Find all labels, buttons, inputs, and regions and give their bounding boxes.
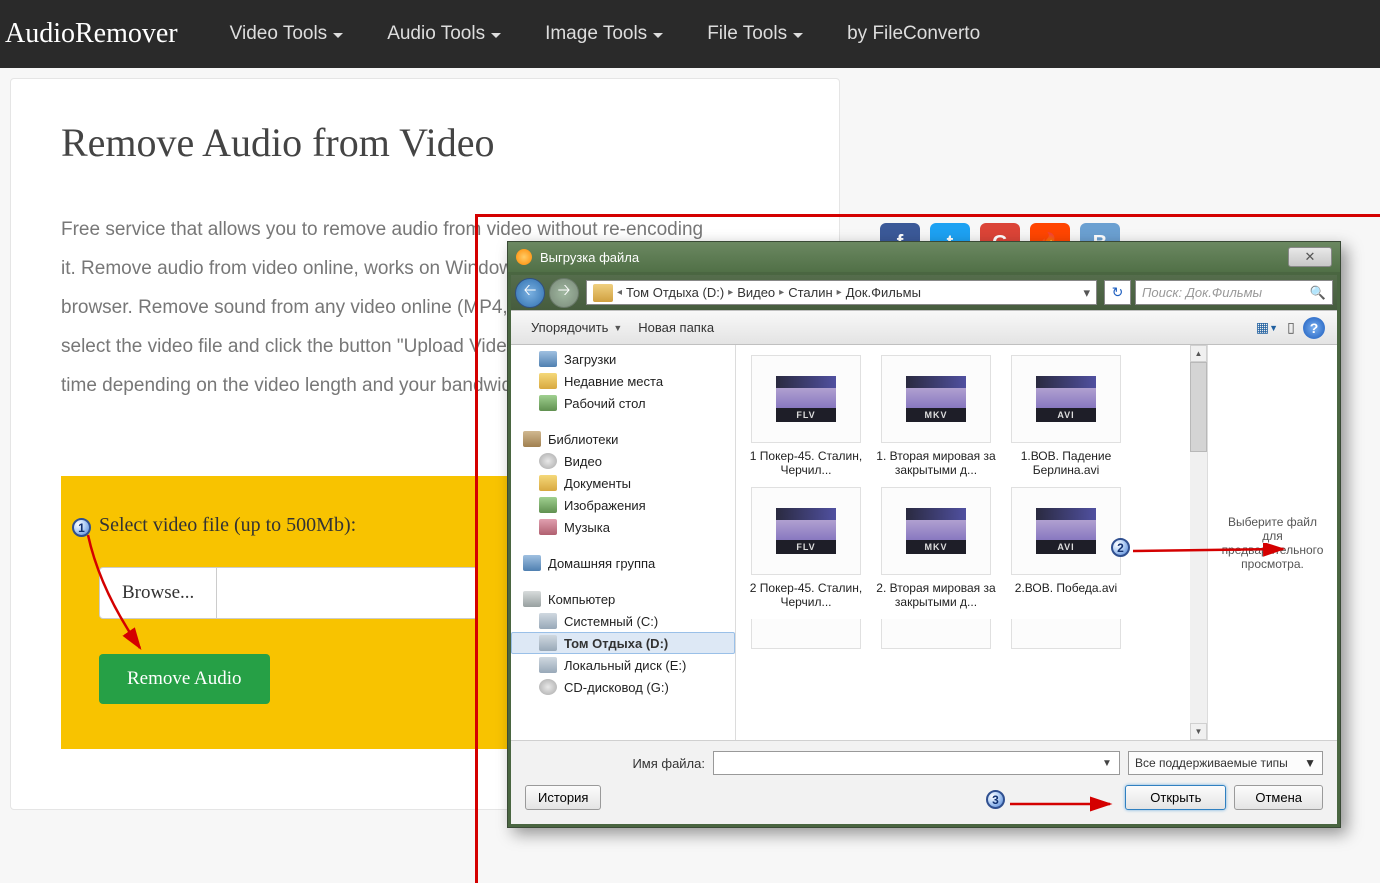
- nav-by-fileconverto[interactable]: by FileConverto: [825, 23, 1002, 45]
- tree-drive-d[interactable]: Том Отдыха (D:): [511, 632, 735, 654]
- tree-drive-cd[interactable]: CD-дисковод (G:): [511, 676, 735, 698]
- organize-menu[interactable]: Упорядочить ▼: [523, 317, 630, 338]
- tree-computer[interactable]: Компьютер: [511, 588, 735, 610]
- caret-down-icon: [653, 33, 663, 38]
- view-mode-button[interactable]: ▦ ▼: [1255, 317, 1279, 339]
- back-button[interactable]: 🡠: [515, 278, 545, 308]
- nav-audio-tools[interactable]: Audio Tools: [365, 23, 523, 45]
- dialog-titlebar[interactable]: Выгрузка файла ✕: [508, 242, 1340, 272]
- preview-pane: Выберите файл для предварительного просм…: [1207, 345, 1337, 740]
- select-file-label: Select video file (up to 500Mb):: [99, 514, 478, 537]
- tree-documents[interactable]: Документы: [511, 472, 735, 494]
- file-item[interactable]: [871, 619, 1001, 655]
- new-folder-button[interactable]: Новая папка: [630, 317, 722, 338]
- file-item[interactable]: [1001, 619, 1131, 655]
- nav-file-tools[interactable]: File Tools: [685, 23, 825, 45]
- file-item[interactable]: MKV2. Вторая мировая за закрытыми д...: [871, 487, 1001, 609]
- annotation-marker-2: 2: [1111, 538, 1130, 557]
- annotation-marker-3: 3: [986, 790, 1005, 809]
- address-bar[interactable]: ◂ Том Отдыха (D:)▸ Видео▸ Сталин▸ Док.Фи…: [586, 280, 1097, 305]
- scrollbar[interactable]: ▲▼: [1190, 345, 1207, 740]
- tree-recent[interactable]: Недавние места: [511, 370, 735, 392]
- file-list[interactable]: FLV1 Покер-45. Сталин, Черчил... MKV1. В…: [736, 345, 1207, 740]
- dialog-footer: Имя файла: ▼ Все поддерживаемые типы▼ Ис…: [511, 740, 1337, 824]
- search-input[interactable]: Поиск: Док.Фильмы 🔍: [1135, 280, 1333, 305]
- file-item[interactable]: AVI1.ВОВ. Падение Берлина.avi: [1001, 355, 1131, 477]
- annotation-marker-1: 1: [72, 518, 91, 537]
- folder-tree[interactable]: Загрузки Недавние места Рабочий стол Биб…: [511, 345, 736, 740]
- dialog-nav: 🡠 🡢 ◂ Том Отдыха (D:)▸ Видео▸ Сталин▸ До…: [511, 275, 1337, 310]
- file-item[interactable]: FLV1 Покер-45. Сталин, Черчил...: [741, 355, 871, 477]
- tree-video[interactable]: Видео: [511, 450, 735, 472]
- filename-input[interactable]: ▼: [713, 751, 1120, 775]
- tree-downloads[interactable]: Загрузки: [511, 348, 735, 370]
- tree-drive-e[interactable]: Локальный диск (E:): [511, 654, 735, 676]
- tree-music[interactable]: Музыка: [511, 516, 735, 538]
- page-title: Remove Audio from Video: [61, 119, 789, 166]
- address-dropdown-icon[interactable]: ▾: [1079, 285, 1094, 301]
- file-name-field[interactable]: [217, 567, 478, 619]
- nav-video-tools[interactable]: Video Tools: [208, 23, 366, 45]
- filename-label: Имя файла:: [525, 756, 705, 771]
- brand[interactable]: AudioRemover: [0, 18, 208, 50]
- tree-drive-c[interactable]: Системный (C:): [511, 610, 735, 632]
- search-icon[interactable]: 🔍: [1310, 285, 1326, 301]
- cancel-button[interactable]: Отмена: [1234, 785, 1323, 810]
- file-open-dialog: Выгрузка файла ✕ 🡠 🡢 ◂ Том Отдыха (D:)▸ …: [507, 241, 1341, 828]
- preview-pane-button[interactable]: ▯: [1279, 317, 1303, 339]
- close-button[interactable]: ✕: [1288, 247, 1332, 267]
- help-button[interactable]: ?: [1303, 317, 1325, 339]
- caret-down-icon: [333, 33, 343, 38]
- caret-down-icon: [793, 33, 803, 38]
- top-navbar: AudioRemover Video Tools Audio Tools Ima…: [0, 0, 1380, 68]
- file-item[interactable]: FLV2 Покер-45. Сталин, Черчил...: [741, 487, 871, 609]
- history-button[interactable]: История: [525, 785, 601, 810]
- remove-audio-button[interactable]: Remove Audio: [99, 654, 270, 704]
- forward-button[interactable]: 🡢: [549, 278, 579, 308]
- refresh-button[interactable]: ↻: [1104, 280, 1131, 305]
- file-item[interactable]: [741, 619, 871, 655]
- file-item[interactable]: MKV1. Вторая мировая за закрытыми д...: [871, 355, 1001, 477]
- firefox-icon: [516, 249, 532, 265]
- browse-button[interactable]: Browse...: [99, 567, 217, 619]
- open-button[interactable]: Открыть: [1125, 785, 1226, 810]
- tree-homegroup[interactable]: Домашняя группа: [511, 552, 735, 574]
- tree-libraries[interactable]: Библиотеки: [511, 428, 735, 450]
- caret-down-icon: [491, 33, 501, 38]
- tree-desktop[interactable]: Рабочий стол: [511, 392, 735, 414]
- dialog-toolbar: Упорядочить ▼ Новая папка ▦ ▼ ▯ ?: [511, 310, 1337, 345]
- file-type-filter[interactable]: Все поддерживаемые типы▼: [1128, 751, 1323, 775]
- nav-image-tools[interactable]: Image Tools: [523, 23, 685, 45]
- folder-icon: [593, 284, 613, 302]
- dialog-title: Выгрузка файла: [540, 250, 1288, 265]
- tree-images[interactable]: Изображения: [511, 494, 735, 516]
- upload-panel: Select video file (up to 500Mb): Browse.…: [61, 476, 516, 749]
